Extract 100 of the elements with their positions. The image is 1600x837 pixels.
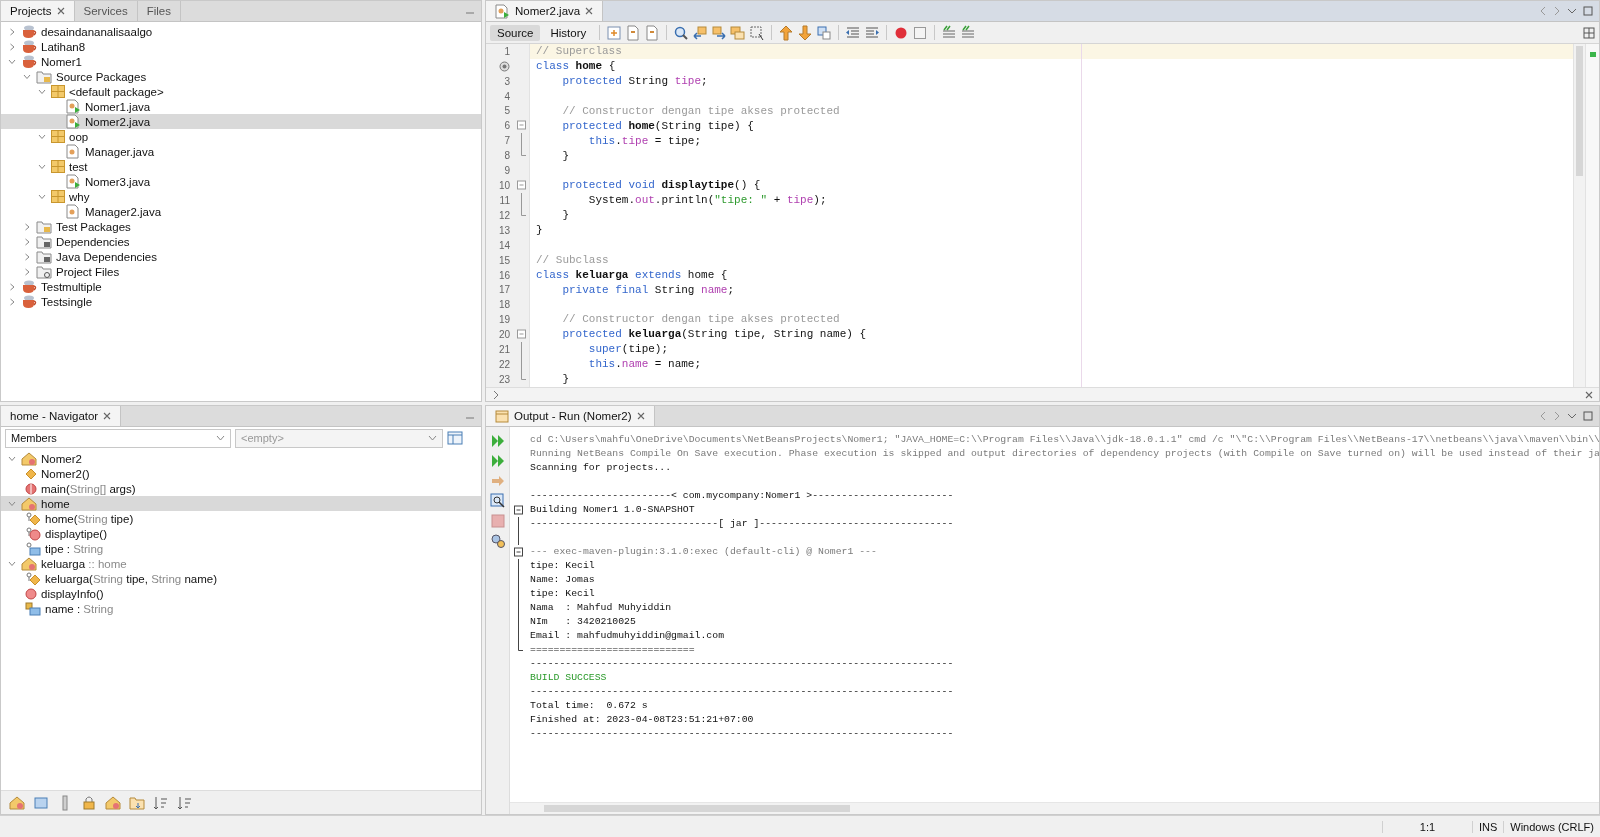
field-icon — [25, 541, 41, 556]
double-play-icon[interactable] — [489, 433, 506, 449]
maximize-icon[interactable] — [1583, 411, 1593, 421]
tree-item[interactable]: Testmultiple — [1, 279, 481, 294]
chevron-right-icon[interactable] — [7, 26, 17, 37]
document-icon[interactable] — [625, 24, 642, 41]
member-item[interactable]: home — [1, 496, 481, 511]
tree-item[interactable]: Manager2.java — [1, 204, 481, 219]
member-item[interactable]: Nomer2() — [1, 466, 481, 481]
close-icon[interactable] — [56, 7, 65, 15]
output-tab[interactable]: Output - Run (Nomer2) — [486, 406, 655, 426]
chevron-right-icon[interactable] — [7, 296, 17, 307]
square-icon[interactable] — [33, 794, 49, 811]
line-number: 18 — [498, 299, 510, 311]
scrollbar[interactable] — [1573, 44, 1585, 387]
magnifier-icon[interactable] — [673, 24, 690, 41]
output-line: Nama : Mahfud Muhyiddin — [529, 601, 672, 615]
tree-item[interactable]: oop — [1, 129, 481, 144]
indent-right-icon[interactable] — [864, 24, 881, 41]
chevron-left-icon[interactable] — [1539, 411, 1547, 421]
tree-item[interactable]: desaindananalisaalgo — [1, 24, 481, 39]
package-icon — [51, 85, 65, 98]
code-line: class keluarga extends home { — [530, 267, 1082, 283]
class-icon[interactable] — [9, 794, 25, 811]
tree-item[interactable]: Source Packages — [1, 69, 481, 84]
split-icon[interactable] — [1583, 26, 1595, 39]
members-dropdown[interactable]: Members — [5, 428, 231, 448]
code-line: super(tipe); — [530, 342, 1082, 357]
chevron-right-icon[interactable] — [22, 236, 32, 247]
document-icon[interactable] — [644, 24, 661, 41]
folder-icon[interactable] — [129, 794, 145, 811]
chevron-down-icon[interactable] — [1567, 411, 1577, 421]
member-item[interactable]: main(String[] args) — [1, 481, 481, 496]
tree-item[interactable]: Manager.java — [1, 144, 481, 159]
member-item[interactable]: home(String tipe) — [1, 511, 481, 526]
scrollbar[interactable] — [510, 802, 1599, 814]
sort-icon[interactable] — [177, 794, 193, 811]
member-item[interactable]: Nomer2 — [1, 451, 481, 466]
close-icon[interactable] — [585, 7, 594, 15]
panel-tab[interactable]: Projects — [1, 1, 75, 21]
lines-icon[interactable] — [941, 24, 958, 41]
magnifier-icon[interactable] — [489, 493, 506, 509]
tree-item[interactable]: Nomer2.java — [1, 114, 481, 129]
member-item[interactable]: name : String — [1, 601, 481, 616]
tree-item[interactable]: Project Files — [1, 264, 481, 279]
tree-item[interactable]: Nomer1 — [1, 54, 481, 69]
arrow-left-icon[interactable] — [692, 24, 709, 41]
tree-item[interactable]: why — [1, 189, 481, 204]
view-tab[interactable]: History — [543, 24, 594, 41]
chevron-left-icon[interactable] — [1539, 6, 1547, 16]
tree-item[interactable]: Java Dependencies — [1, 249, 481, 264]
member-item[interactable]: displayInfo() — [1, 586, 481, 601]
tree-item[interactable]: Latihan8 — [1, 39, 481, 54]
tree-item[interactable]: Testsingle — [1, 294, 481, 309]
member-item[interactable]: displaytipe() — [1, 526, 481, 541]
chevron-right-icon[interactable] — [1553, 411, 1561, 421]
square-icon[interactable] — [912, 24, 929, 41]
tree-item[interactable]: Nomer3.java — [1, 174, 481, 189]
bookmark-icon[interactable] — [816, 24, 833, 41]
panel-tab[interactable]: home - Navigator — [1, 406, 122, 426]
caret-icon — [216, 435, 225, 441]
close-icon[interactable] — [1585, 390, 1593, 399]
tree-item[interactable]: Test Packages — [1, 219, 481, 234]
fold-icon[interactable] — [513, 545, 523, 559]
windows-icon[interactable] — [730, 24, 747, 41]
panel-tab[interactable]: Services — [74, 1, 138, 21]
tree-item[interactable]: test — [1, 159, 481, 174]
chevron-right-icon[interactable] — [7, 41, 17, 52]
fold-icon[interactable] — [513, 503, 523, 517]
chevron-right-icon[interactable] — [7, 281, 17, 292]
tree-item[interactable]: <default package> — [1, 84, 481, 99]
chevron-down-icon[interactable] — [1567, 6, 1577, 16]
chevron-right-icon[interactable] — [1553, 6, 1561, 16]
member-item[interactable]: keluarga :: home — [1, 556, 481, 571]
lines-icon[interactable] — [960, 24, 977, 41]
indent-left-icon[interactable] — [845, 24, 862, 41]
arrow-down-icon[interactable] — [797, 24, 814, 41]
arrow-up-icon[interactable] — [778, 24, 795, 41]
member-item[interactable]: keluarga(String tipe, String name) — [1, 571, 481, 586]
chevron-right-icon[interactable] — [22, 251, 32, 262]
lock-icon[interactable] — [81, 794, 97, 811]
selection-icon[interactable] — [749, 24, 766, 41]
chevron-right-icon[interactable] — [492, 389, 500, 400]
member-item[interactable]: tipe : String — [1, 541, 481, 556]
sort-icon[interactable] — [153, 794, 169, 811]
chevron-right-icon[interactable] — [22, 266, 32, 277]
editor-tab[interactable]: Nomer2.java — [486, 1, 604, 21]
arrow-right-icon[interactable] — [711, 24, 728, 41]
class-icon[interactable] — [105, 794, 121, 811]
tree-item[interactable]: Dependencies — [1, 234, 481, 249]
panel-tab[interactable]: Files — [137, 1, 181, 21]
window-icon[interactable] — [447, 430, 463, 446]
close-icon[interactable] — [103, 412, 112, 420]
gear-icon[interactable] — [489, 533, 506, 549]
chevron-right-icon[interactable] — [22, 221, 32, 232]
close-icon[interactable] — [636, 412, 645, 420]
double-play-icon[interactable] — [489, 453, 506, 469]
view-tab[interactable]: Source — [490, 24, 541, 41]
maximize-icon[interactable] — [1583, 6, 1593, 16]
tree-item[interactable]: Nomer1.java — [1, 99, 481, 114]
